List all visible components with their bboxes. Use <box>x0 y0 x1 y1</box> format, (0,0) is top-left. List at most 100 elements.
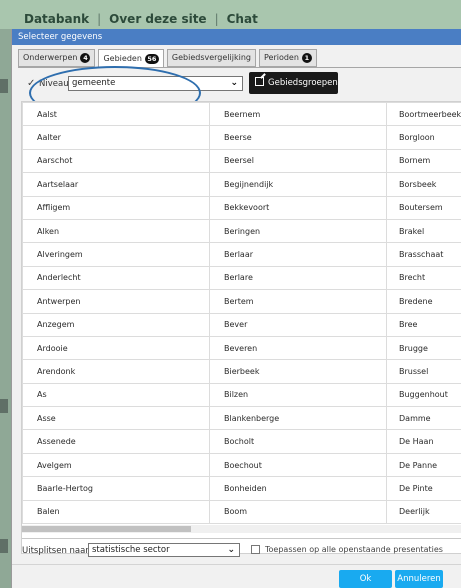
area-cell[interactable]: Aalter <box>22 125 210 150</box>
area-row: Balen Boom Deerlijk <box>22 499 461 525</box>
area-cell[interactable]: De Haan <box>386 429 461 454</box>
area-cell[interactable]: Borgloon <box>386 125 461 150</box>
area-cell[interactable]: As <box>22 382 210 408</box>
footer-divider <box>12 564 461 565</box>
area-row: As Bilzen Buggenhout <box>22 382 461 408</box>
area-cell[interactable]: Bierbeek <box>209 359 387 384</box>
area-cell[interactable]: Brasschaat <box>386 242 461 267</box>
area-cell[interactable]: Bonheiden <box>209 476 387 501</box>
nav-chat[interactable]: Chat <box>227 12 258 26</box>
area-cell[interactable]: Affligem <box>22 195 210 220</box>
area-cell[interactable]: Antwerpen <box>22 289 210 314</box>
gebiedsgroepen-button[interactable]: Gebiedsgroepen <box>249 72 338 94</box>
area-cell[interactable]: Bever <box>209 312 387 337</box>
area-row: Ardooie Beveren Brugge <box>22 335 461 361</box>
area-cell[interactable]: Boom <box>209 499 387 525</box>
area-cell[interactable]: Ardooie <box>22 335 210 361</box>
area-cell[interactable]: Bredene <box>386 289 461 314</box>
tab-label: Gebieden <box>103 53 142 63</box>
cancel-button[interactable]: Annuleren <box>395 570 443 588</box>
horizontal-scrollbar[interactable] <box>22 525 461 533</box>
area-cell[interactable]: Avelgem <box>22 452 210 478</box>
area-row: Affligem Bekkevoort Boutersem <box>22 195 461 220</box>
split-label: Uitsplitsen naar <box>22 546 89 556</box>
nav-databank[interactable]: Databank <box>24 12 89 26</box>
area-cell[interactable]: Assenede <box>22 429 210 454</box>
area-cell[interactable]: Bilzen <box>209 382 387 408</box>
area-cell[interactable]: Blankenberge <box>209 406 387 431</box>
area-cell[interactable]: Baarle-Hertog <box>22 476 210 501</box>
area-cell[interactable]: Damme <box>386 406 461 431</box>
area-cell[interactable]: Bornem <box>386 148 461 174</box>
tab-gebiedsvergelijking[interactable]: Gebiedsvergelijking <box>166 49 256 67</box>
area-cell[interactable]: Aalst <box>22 102 210 127</box>
chevron-down-icon: ⌄ <box>227 545 235 555</box>
area-cell[interactable]: Berlare <box>209 265 387 291</box>
area-cell[interactable]: Balen <box>22 499 210 525</box>
niveau-label: Niveau <box>39 79 69 89</box>
area-cell[interactable]: Boechout <box>209 452 387 478</box>
area-cell[interactable]: Beveren <box>209 335 387 361</box>
tab-perioden[interactable]: Perioden 1 <box>258 49 317 67</box>
area-cell[interactable]: Aarschot <box>22 148 210 174</box>
sidebar-marker <box>0 399 8 413</box>
area-table: Aalst Beernem Boortmeerbeek Aalter Beerse Bor… <box>22 102 461 525</box>
area-cell[interactable]: De Pinte <box>386 476 461 501</box>
area-cell[interactable]: Bertem <box>209 289 387 314</box>
area-cell[interactable]: Brecht <box>386 265 461 291</box>
area-row: Antwerpen Bertem Bredene <box>22 289 461 314</box>
select-data-dialog: Selecteer gegevens Onderwerpen 4 Gebiede… <box>11 29 461 588</box>
area-cell[interactable]: Anderlecht <box>22 265 210 291</box>
tab-count-badge: 56 <box>144 53 159 64</box>
apply-all-checkbox[interactable] <box>251 545 260 554</box>
sidebar-marker <box>0 79 8 93</box>
gebiedsgroepen-label: Gebiedsgroepen <box>268 78 338 88</box>
area-cell[interactable]: Deerlijk <box>386 499 461 525</box>
area-cell[interactable]: Bree <box>386 312 461 337</box>
area-row: Anderlecht Berlare Brecht <box>22 265 461 291</box>
area-cell[interactable]: Asse <box>22 406 210 431</box>
dialog-title: Selecteer gegevens <box>12 29 461 45</box>
scrollbar-thumb[interactable] <box>22 526 191 532</box>
area-cell[interactable]: De Panne <box>386 452 461 478</box>
area-cell[interactable]: Beersel <box>209 148 387 174</box>
area-cell[interactable]: Arendonk <box>22 359 210 384</box>
area-cell[interactable]: Brussel <box>386 359 461 384</box>
tab-label: Onderwerpen <box>23 53 78 62</box>
area-cell[interactable]: Beerse <box>209 125 387 150</box>
area-cell[interactable]: Borsbeek <box>386 172 461 197</box>
area-cell[interactable]: Alveringem <box>22 242 210 267</box>
area-cell[interactable]: Anzegem <box>22 312 210 337</box>
area-row: Assenede Bocholt De Haan <box>22 429 461 454</box>
area-cell[interactable]: Aartselaar <box>22 172 210 197</box>
area-cell[interactable]: Berlaar <box>209 242 387 267</box>
area-row: Arendonk Bierbeek Brussel <box>22 359 461 384</box>
area-cell[interactable]: Beernem <box>209 102 387 127</box>
area-cell[interactable]: Buggenhout <box>386 382 461 408</box>
check-icon[interactable]: ✓ <box>27 78 35 89</box>
tab-label: Perioden <box>263 53 299 62</box>
area-cell[interactable]: Bocholt <box>209 429 387 454</box>
niveau-value: gemeente <box>72 78 116 88</box>
area-cell[interactable]: Alken <box>22 218 210 244</box>
area-cell[interactable]: Brakel <box>386 218 461 244</box>
tab-count-badge: 1 <box>301 53 312 63</box>
area-cell[interactable]: Boutersem <box>386 195 461 220</box>
tab-onderwerpen[interactable]: Onderwerpen 4 <box>18 49 96 67</box>
area-row: Baarle-Hertog Bonheiden De Pinte <box>22 476 461 501</box>
nav-separator: | <box>214 12 219 26</box>
tab-gebieden[interactable]: Gebieden 56 <box>98 49 164 68</box>
niveau-select[interactable]: gemeente ⌄ <box>68 76 243 91</box>
nav-over-deze-site[interactable]: Over deze site <box>109 12 206 26</box>
area-row: Aalter Beerse Borgloon <box>22 125 461 150</box>
area-cell[interactable]: Bekkevoort <box>209 195 387 220</box>
nav-separator: | <box>97 12 102 26</box>
area-cell[interactable]: Beringen <box>209 218 387 244</box>
area-cell[interactable]: Begijnendijk <box>209 172 387 197</box>
area-row: Aalst Beernem Boortmeerbeek <box>22 102 461 127</box>
area-cell[interactable]: Boortmeerbeek <box>386 102 461 127</box>
chevron-down-icon: ⌄ <box>230 78 238 88</box>
split-select[interactable]: statistische sector ⌄ <box>88 543 240 557</box>
ok-button[interactable]: Ok <box>339 570 392 588</box>
area-cell[interactable]: Brugge <box>386 335 461 361</box>
